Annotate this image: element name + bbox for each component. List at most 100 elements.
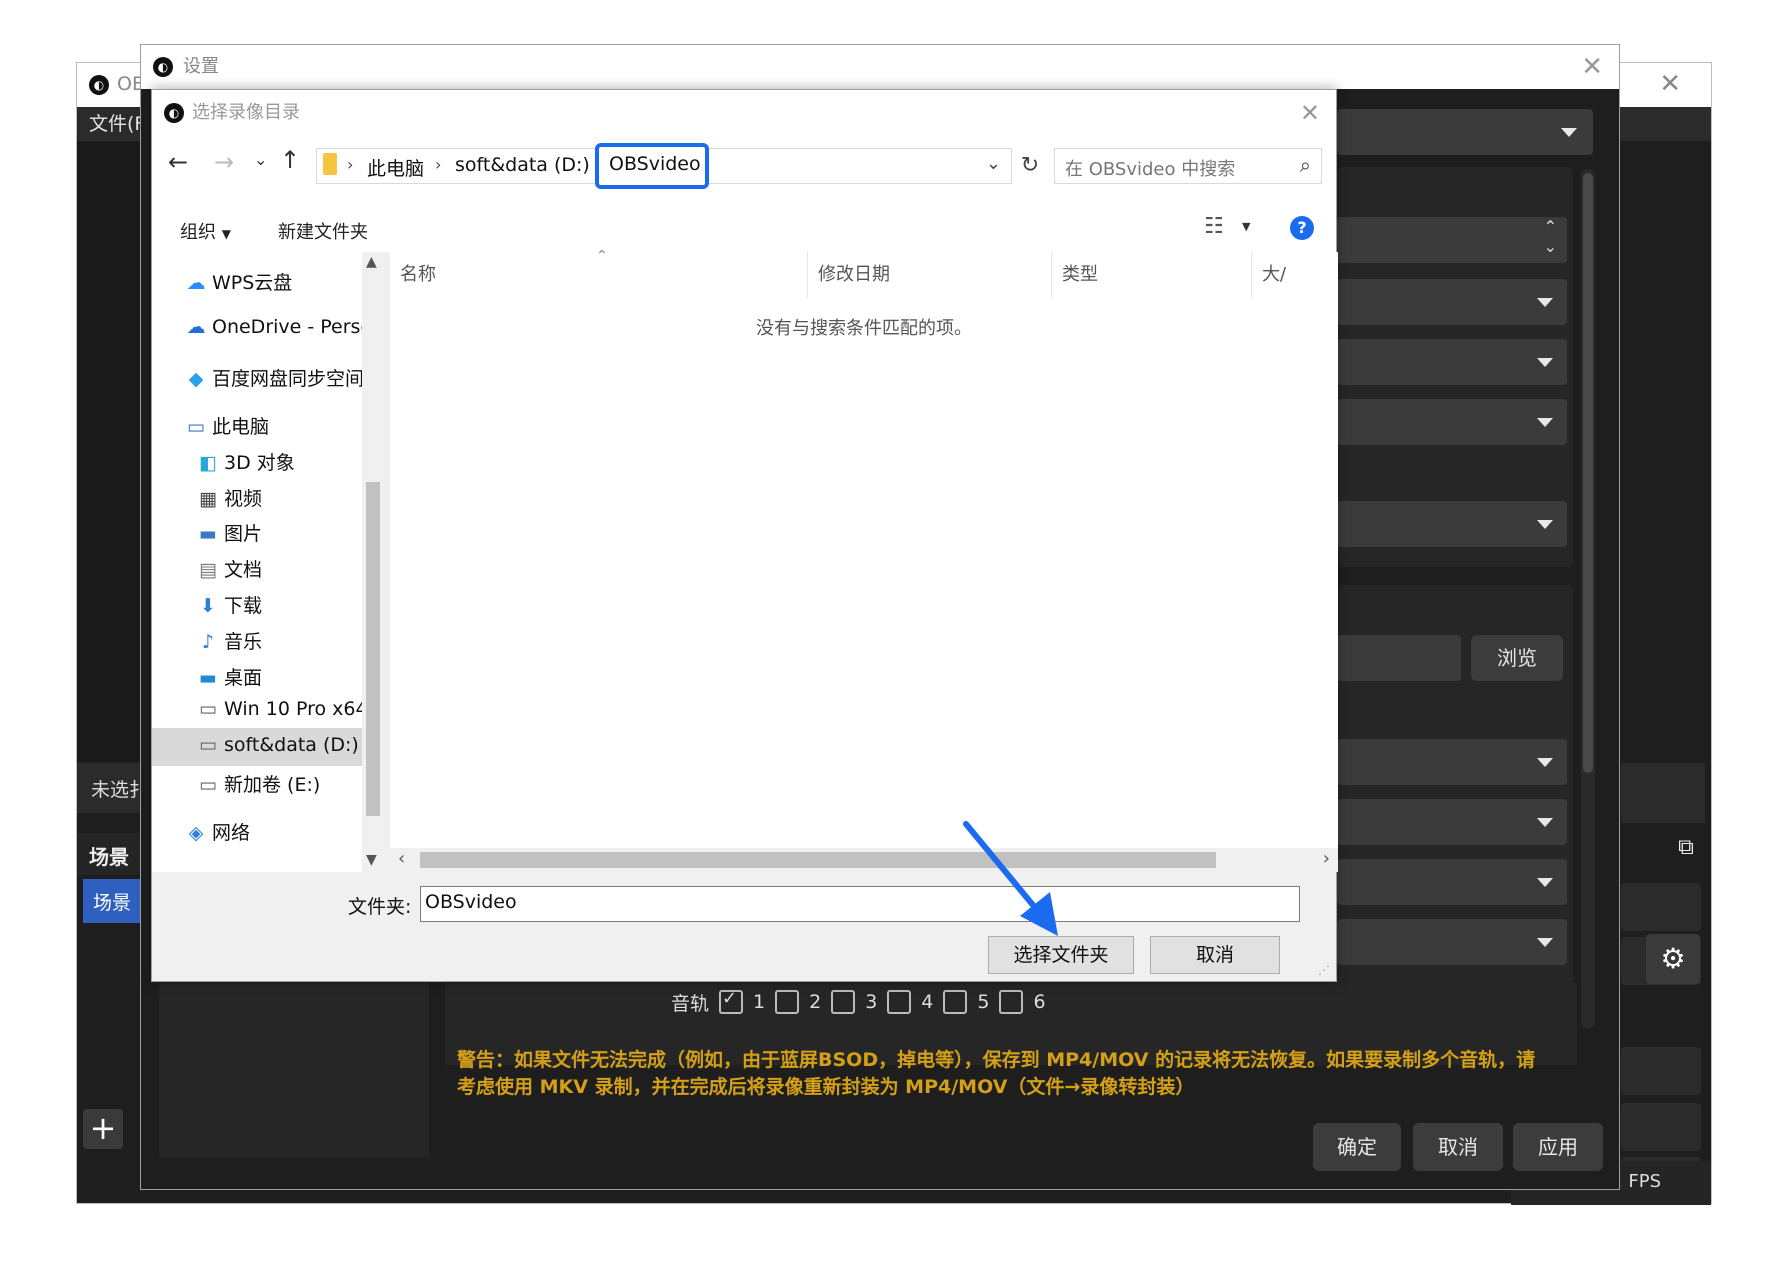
scene-list-item[interactable]: 场景 <box>83 879 141 923</box>
apply-button[interactable]: 应用 <box>1513 1123 1603 1171</box>
scroll-down-icon[interactable]: ▼ <box>366 852 377 868</box>
track-2-label: 2 <box>809 991 822 1013</box>
scroll-left-icon[interactable]: ‹ <box>398 848 405 869</box>
track-4-checkbox[interactable] <box>887 990 912 1014</box>
refresh-icon[interactable]: ↻ <box>1016 148 1044 184</box>
chevron-up-icon[interactable]: ⌃ <box>1544 217 1557 236</box>
address-bar[interactable]: › 此电脑 › soft&data (D:) OBSvideo ⌄ <box>316 143 1012 189</box>
track-6-checkbox[interactable] <box>999 990 1024 1014</box>
select-field-6[interactable] <box>1337 799 1567 845</box>
chevron-down-icon <box>1537 938 1553 947</box>
file-hscrollbar-thumb[interactable] <box>420 852 1216 868</box>
select-field-7[interactable] <box>1337 859 1567 905</box>
nav-item-drive-c[interactable]: ▭ Win 10 Pro x64 <box>198 698 382 720</box>
address-dropdown-chevron-icon[interactable]: ⌄ <box>986 153 1001 174</box>
settings-scrollbar[interactable] <box>1581 169 1595 1029</box>
nav-scrollbar-thumb[interactable] <box>366 482 380 816</box>
track-3-checkbox[interactable] <box>831 990 856 1014</box>
select-folder-dialog: ◐ 选择录像目录 ✕ ← → ⌄ ↑ › 此电脑 › soft&data (D:… <box>151 89 1338 982</box>
settings-close-icon[interactable]: ✕ <box>1581 45 1603 89</box>
breadcrumb-current-highlight[interactable]: OBSvideo <box>595 143 709 189</box>
back-arrow-icon[interactable]: ← <box>168 148 188 176</box>
track-6-label: 6 <box>1033 991 1046 1013</box>
nav-item-onedrive[interactable]: ☁ OneDrive - Perso <box>186 316 382 338</box>
menu-file[interactable]: 文件(F <box>89 113 145 135</box>
dialog-navigation-bar: ← → ⌄ ↑ › 此电脑 › soft&data (D:) OBSvideo … <box>152 136 1336 206</box>
add-scene-icon[interactable]: + <box>83 1109 123 1149</box>
select-field-5[interactable] <box>1337 739 1567 785</box>
spin-field[interactable]: ⌃ ⌄ <box>1337 217 1567 263</box>
forward-arrow-icon[interactable]: → <box>214 148 234 176</box>
output-mode-select[interactable] <box>1337 109 1593 155</box>
gear-icon[interactable]: ⚙ <box>1646 934 1700 984</box>
organize-menu[interactable]: 组织 ▼ <box>180 218 231 244</box>
resize-grip-icon[interactable]: ⋰ <box>1318 963 1330 977</box>
nav-item-3d-objects[interactable]: ◧ 3D 对象 <box>198 448 295 475</box>
cloud-icon: ☁ <box>186 272 206 294</box>
track-5-checkbox[interactable] <box>943 990 968 1014</box>
file-hscrollbar[interactable]: ‹ › <box>390 848 1338 872</box>
browse-button[interactable]: 浏览 <box>1471 635 1563 681</box>
nav-item-desktop[interactable]: ▬ 桌面 <box>198 663 262 690</box>
video-icon: ▦ <box>199 488 217 510</box>
scroll-right-icon[interactable]: › <box>1323 848 1330 869</box>
recent-locations-chevron-icon[interactable]: ⌄ <box>254 150 267 169</box>
column-date-modified[interactable]: 修改日期 <box>808 252 1052 298</box>
search-icon[interactable]: ⌕ <box>1300 153 1311 177</box>
breadcrumb-drive-d[interactable]: soft&data (D:) <box>455 154 590 176</box>
search-box[interactable]: 在 OBSvideo 中搜索 ⌕ <box>1054 148 1322 184</box>
track-1-checkbox[interactable]: ✓ <box>719 988 744 1014</box>
select-field-8[interactable] <box>1337 919 1567 965</box>
nav-item-pictures[interactable]: ▬ 图片 <box>198 519 262 546</box>
new-folder-button[interactable]: 新建文件夹 <box>278 218 368 244</box>
select-field-3[interactable] <box>1337 399 1567 445</box>
recording-path-field[interactable] <box>1337 635 1461 681</box>
nav-item-baidu[interactable]: ◆ 百度网盘同步空间 <box>186 364 382 391</box>
dialog-cancel-button[interactable]: 取消 <box>1150 936 1280 974</box>
track-2-checkbox[interactable] <box>775 990 800 1014</box>
control-button-1[interactable] <box>1621 883 1701 931</box>
nav-item-documents[interactable]: ▤ 文档 <box>198 555 262 582</box>
control-button-4[interactable] <box>1621 1103 1701 1151</box>
folder-name-input[interactable]: OBSvideo <box>420 886 1300 922</box>
nav-item-network[interactable]: ◈ 网络 <box>186 818 250 845</box>
nav-item-this-pc[interactable]: ▭ 此电脑 <box>186 412 269 439</box>
obs-close-icon[interactable]: ✕ <box>1659 69 1681 99</box>
select-folder-button[interactable]: 选择文件夹 <box>988 936 1134 974</box>
nav-item-music[interactable]: ♪ 音乐 <box>198 627 262 654</box>
help-icon[interactable]: ? <box>1290 216 1314 240</box>
chevron-down-small-icon[interactable]: ⌄ <box>1544 237 1557 256</box>
column-size[interactable]: 大/ <box>1252 252 1338 298</box>
warning-line-1: 警告：如果文件无法完成（例如，由于蓝屏BSOD，掉电等），保存到 MP4/MOV… <box>457 1049 1536 1071</box>
view-dropdown-icon[interactable]: ▼ <box>1242 220 1250 233</box>
control-button-3[interactable] <box>1621 1047 1701 1095</box>
select-field-1[interactable] <box>1337 279 1567 325</box>
column-type[interactable]: 类型 <box>1052 252 1252 298</box>
nav-item-downloads[interactable]: ⬇ 下载 <box>198 591 262 618</box>
up-arrow-icon[interactable]: ↑ <box>280 146 300 174</box>
nav-item-label: 文档 <box>224 559 263 581</box>
breadcrumb-obsvideo[interactable]: OBSvideo <box>609 153 701 175</box>
select-field-4[interactable] <box>1337 501 1567 547</box>
nav-item-drive-d[interactable]: ▭ soft&data (D:) <box>198 734 359 756</box>
ok-button[interactable]: 确定 <box>1313 1123 1401 1171</box>
select-field-2[interactable] <box>1337 339 1567 385</box>
breadcrumb-this-pc[interactable]: 此电脑 <box>367 154 424 181</box>
right-dock-panel <box>1621 763 1705 823</box>
dock-undock-icon[interactable]: ⧉ <box>1671 835 1701 865</box>
file-list-pane: 名称 ⌃ 修改日期 类型 大/ 没有与搜索条件匹配的项。 ‹ › <box>390 248 1338 872</box>
cancel-button[interactable]: 取消 <box>1413 1123 1503 1171</box>
nav-item-label: 桌面 <box>224 667 263 689</box>
dialog-close-icon[interactable]: ✕ <box>1300 90 1320 136</box>
scroll-up-icon[interactable]: ▲ <box>366 254 377 270</box>
picture-icon: ▬ <box>199 523 217 545</box>
nav-scrollbar[interactable]: ▲ ▼ <box>362 252 384 872</box>
view-options-icon[interactable]: ☷ <box>1204 214 1224 239</box>
nav-item-wps[interactable]: ☁ WPS云盘 <box>186 268 293 295</box>
breadcrumb-separator-icon: › <box>347 155 354 174</box>
nav-item-drive-e[interactable]: ▭ 新加卷 (E:) <box>198 770 320 797</box>
network-icon: ◈ <box>188 822 204 844</box>
nav-item-videos[interactable]: ▦ 视频 <box>198 484 262 511</box>
settings-scrollbar-thumb[interactable] <box>1583 173 1593 773</box>
nav-item-label: 网络 <box>212 822 251 844</box>
